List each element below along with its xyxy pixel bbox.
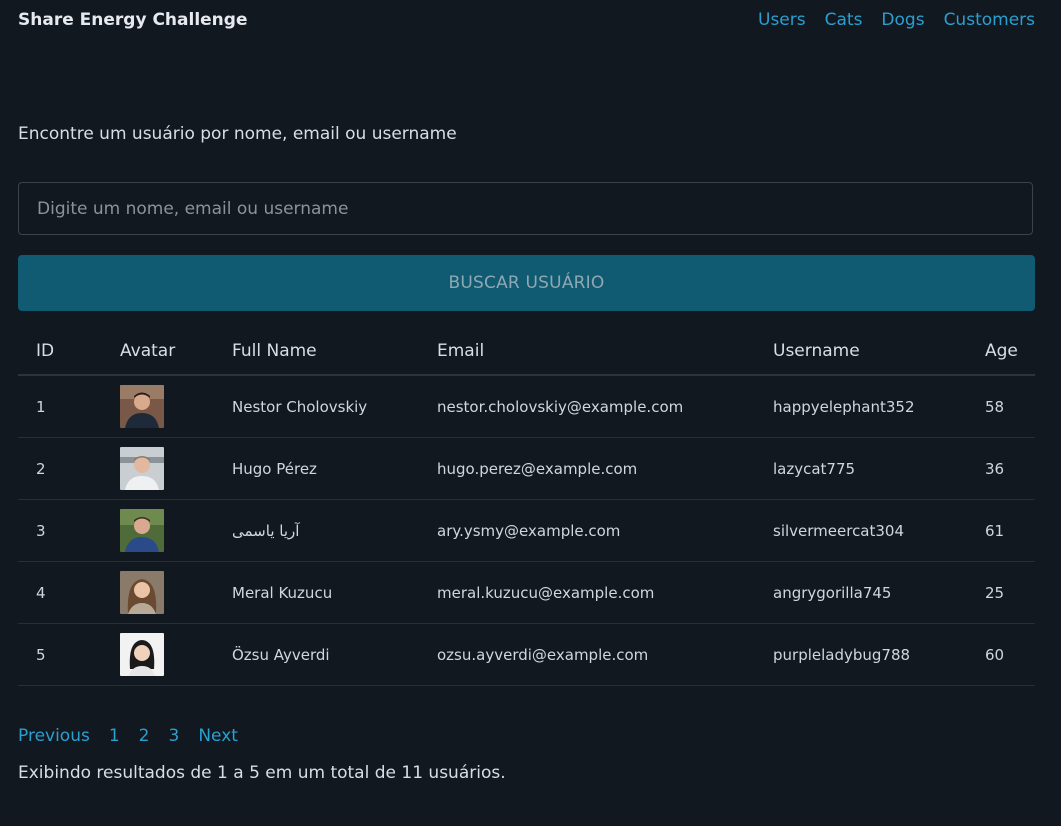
cell-age: 61 (985, 499, 1035, 562)
cell-id: 2 (18, 437, 120, 500)
table-row: 3 آریا یاسمی ary.ysmy@example.com silver… (18, 499, 1035, 562)
page: Share Energy Challenge Users Cats Dogs C… (0, 0, 1061, 826)
avatar (120, 633, 164, 676)
nav-link-users[interactable]: Users (758, 10, 806, 30)
search-heading: Encontre um usuário por nome, email ou u… (18, 124, 457, 144)
cell-id: 3 (18, 499, 120, 562)
search-button[interactable]: BUSCAR USUÁRIO (18, 255, 1035, 311)
avatar (120, 447, 164, 490)
cell-full-name: Özsu Ayverdi (232, 623, 437, 686)
cell-age: 58 (985, 375, 1035, 438)
brand-title[interactable]: Share Energy Challenge (18, 10, 247, 30)
cell-username: angrygorilla745 (773, 561, 985, 624)
pagination-page-1[interactable]: 1 (109, 726, 120, 746)
cell-email: ary.ysmy@example.com (437, 499, 773, 562)
results-summary: Exibindo resultados de 1 a 5 em um total… (18, 763, 506, 783)
cell-avatar (120, 623, 232, 686)
search-input[interactable] (18, 182, 1033, 235)
avatar (120, 571, 164, 614)
cell-full-name: Meral Kuzucu (232, 561, 437, 624)
pagination-page-3[interactable]: 3 (169, 726, 180, 746)
cell-email: hugo.perez@example.com (437, 437, 773, 500)
cell-avatar (120, 499, 232, 562)
table-row: 5 Özsu Ayverdi ozsu.ayverdi@example.com … (18, 623, 1035, 686)
avatar (120, 509, 164, 552)
cell-full-name: Nestor Cholovskiy (232, 375, 437, 438)
header-username: Username (773, 328, 985, 376)
cell-avatar (120, 375, 232, 438)
cell-username: silvermeercat304 (773, 499, 985, 562)
nav-link-dogs[interactable]: Dogs (881, 10, 924, 30)
avatar (120, 385, 164, 428)
table-row: 4 Meral Kuzucu meral.kuzucu@example.com … (18, 561, 1035, 624)
cell-username: lazycat775 (773, 437, 985, 500)
navbar: Share Energy Challenge Users Cats Dogs C… (18, 6, 1035, 34)
nav-link-cats[interactable]: Cats (825, 10, 863, 30)
cell-age: 60 (985, 623, 1035, 686)
nav-link-customers[interactable]: Customers (944, 10, 1035, 30)
cell-username: purpleladybug788 (773, 623, 985, 686)
cell-email: nestor.cholovskiy@example.com (437, 375, 773, 438)
cell-avatar (120, 437, 232, 500)
cell-id: 5 (18, 623, 120, 686)
table-row: 2 Hugo Pérez hugo.perez@example.com lazy… (18, 437, 1035, 500)
header-avatar: Avatar (120, 328, 232, 376)
nav-links: Users Cats Dogs Customers (758, 10, 1035, 30)
cell-avatar (120, 561, 232, 624)
cell-age: 25 (985, 561, 1035, 624)
cell-id: 1 (18, 375, 120, 438)
header-age: Age (985, 328, 1035, 376)
header-id: ID (18, 328, 120, 376)
table-header-row: ID Avatar Full Name Email Username Age (18, 328, 1035, 376)
cell-full-name: Hugo Pérez (232, 437, 437, 500)
cell-age: 36 (985, 437, 1035, 500)
pagination-page-2[interactable]: 2 (139, 726, 150, 746)
cell-id: 4 (18, 561, 120, 624)
pagination: Previous 1 2 3 Next (18, 726, 257, 746)
cell-email: meral.kuzucu@example.com (437, 561, 773, 624)
header-full-name: Full Name (232, 328, 437, 376)
table-row: 1 Nestor Cholovskiy nestor.cholovskiy@ex… (18, 375, 1035, 438)
header-email: Email (437, 328, 773, 376)
users-table: ID Avatar Full Name Email Username Age 1 (18, 328, 1035, 686)
pagination-next[interactable]: Next (198, 726, 238, 746)
cell-username: happyelephant352 (773, 375, 985, 438)
pagination-previous[interactable]: Previous (18, 726, 90, 746)
cell-full-name: آریا یاسمی (232, 499, 437, 562)
cell-email: ozsu.ayverdi@example.com (437, 623, 773, 686)
